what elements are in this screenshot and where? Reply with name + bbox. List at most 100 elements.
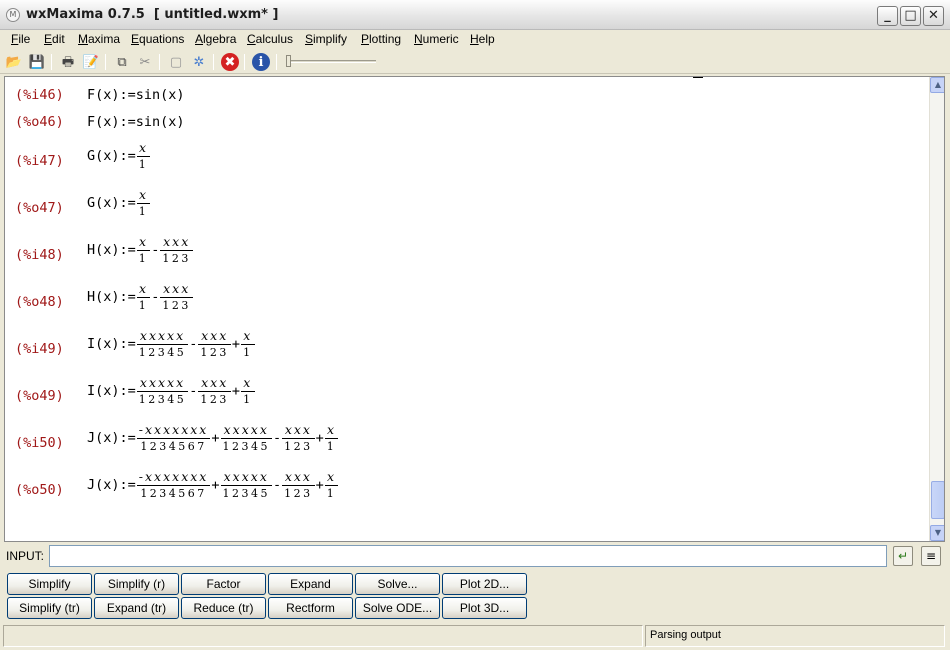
fraction-denominator: 1: [326, 440, 337, 453]
cell-label: (%o50): [15, 482, 64, 498]
menu-plotting[interactable]: Plotting: [361, 32, 401, 46]
fraction: x1: [324, 423, 339, 453]
scroll-down-icon[interactable]: ▼: [930, 525, 944, 541]
fraction-denominator: 123: [162, 252, 191, 265]
status-bar: Parsing output: [0, 624, 950, 650]
fraction: xxx 123: [160, 282, 193, 312]
history-icon[interactable]: ≡: [921, 546, 941, 566]
text-cursor: [693, 77, 703, 78]
menu-numeric[interactable]: Numeric: [414, 32, 459, 46]
fraction: x1: [136, 281, 151, 312]
save-icon[interactable]: 💾: [28, 53, 46, 71]
print-icon[interactable]: 🖶: [59, 53, 77, 71]
toolbar-separator: [213, 54, 214, 70]
cell-expression: G (x):= x 1: [87, 188, 151, 218]
operator-sign: +: [211, 430, 220, 446]
definition-operator: (x):=: [95, 336, 136, 352]
fraction-numerator: x: [139, 281, 149, 296]
function-name: J: [87, 430, 96, 446]
copy-icon[interactable]: ⧉: [113, 53, 131, 71]
rectform-button[interactable]: Rectform: [268, 597, 353, 619]
definition-operator: (x):=: [95, 242, 136, 258]
menu-edit[interactable]: Edit: [44, 32, 65, 46]
fraction: x1: [136, 141, 151, 171]
simplify-r-button[interactable]: Simplify (r): [94, 573, 179, 595]
fraction-numerator: xxx: [163, 281, 191, 296]
cell-expression: F (x):= sin(x): [87, 87, 185, 103]
definition-operator: (x):=: [95, 87, 136, 103]
menu-algebra[interactable]: Algebra: [195, 32, 236, 46]
maximize-button[interactable]: □: [900, 6, 921, 26]
menu-maxima[interactable]: Maxima: [78, 32, 120, 46]
simplify-tr-button[interactable]: Simplify (tr): [7, 597, 92, 619]
operator-sign: -: [273, 477, 282, 493]
cell-expression: I (x):= xxxxx 12345- xxx 123 + x 1: [87, 376, 256, 406]
operator-sign: +: [315, 430, 324, 446]
vertical-scrollbar[interactable]: ▲ ▼: [929, 77, 944, 541]
toolbar: 📂 💾 🖶 📝 ⧉ ✂ ▢ ✲ ✖ i: [0, 50, 950, 74]
simplify-button[interactable]: Simplify: [7, 573, 92, 595]
fraction-numerator: x: [243, 375, 253, 390]
operator-sign: -: [189, 336, 198, 352]
operator-sign: -: [151, 242, 160, 258]
fraction-numerator: xxx: [284, 469, 312, 484]
cut-icon[interactable]: ✂: [136, 53, 154, 71]
preferences-icon[interactable]: 📝: [82, 53, 100, 71]
info-icon[interactable]: i: [252, 53, 270, 71]
fraction-denominator: 1: [138, 158, 149, 171]
plot-3d-button[interactable]: Plot 3D...: [442, 597, 527, 619]
menu-help[interactable]: Help: [470, 32, 495, 46]
stop-icon[interactable]: ✖: [221, 53, 239, 71]
fraction: x1: [241, 376, 255, 406]
solve-ode-button[interactable]: Solve ODE...: [355, 597, 440, 619]
fraction-denominator: 12345: [222, 440, 270, 453]
fraction-numerator: -xxxxxxx: [138, 469, 209, 484]
cell-label: (%i46): [15, 87, 64, 103]
input-label: INPUT:: [6, 549, 45, 563]
definition-operator: (x):=: [95, 383, 136, 399]
interrupt-gear-icon[interactable]: ✲: [190, 53, 208, 71]
expand-button[interactable]: Expand: [268, 573, 353, 595]
menu-bar: File Edit Maxima Equations Algebra Calcu…: [0, 30, 950, 49]
scroll-up-icon[interactable]: ▲: [930, 77, 944, 93]
expression-text: sin(x): [135, 114, 185, 130]
animation-slider-track[interactable]: [290, 60, 376, 63]
fraction: -xxxxxxx 1234567: [136, 469, 211, 500]
menu-equations[interactable]: Equations: [131, 32, 184, 46]
expand-tr-button[interactable]: Expand (tr): [94, 597, 179, 619]
fraction-denominator: 123: [162, 299, 191, 312]
fraction: -xxxxxxx 1234567: [136, 423, 211, 453]
fraction-denominator: 1: [326, 487, 337, 500]
fraction-numerator: x: [327, 469, 337, 484]
open-folder-icon[interactable]: 📂: [5, 53, 23, 71]
toolbar-separator: [244, 54, 245, 70]
menu-simplify[interactable]: Simplify: [305, 32, 347, 46]
animation-slider-thumb[interactable]: [286, 55, 291, 67]
close-button[interactable]: ✕: [923, 6, 944, 26]
scroll-thumb[interactable]: [931, 481, 944, 519]
solve-button[interactable]: Solve...: [355, 573, 440, 595]
plot-2d-button[interactable]: Plot 2D...: [442, 573, 527, 595]
factor-button[interactable]: Factor: [181, 573, 266, 595]
worksheet[interactable]: (%i46) F (x):= sin(x) (%o46) F (x):= sin(x) (%i4…: [4, 76, 945, 542]
fraction-numerator: xxxxx: [223, 469, 269, 484]
cell-label: (%o49): [15, 388, 64, 404]
reduce-tr-button[interactable]: Reduce (tr): [181, 597, 266, 619]
menu-file[interactable]: File: [11, 32, 30, 46]
cell-expression: F (x):= sin(x): [87, 114, 185, 130]
toolbar-separator: [159, 54, 160, 70]
fraction: xxxxx 12345: [136, 328, 189, 359]
minimize-button[interactable]: _: [877, 6, 898, 26]
operator-sign: +: [231, 336, 241, 352]
command-input[interactable]: [49, 545, 887, 567]
menu-calculus[interactable]: Calculus: [247, 32, 293, 46]
cell-label: (%i48): [15, 247, 64, 263]
enter-icon[interactable]: ↵: [893, 546, 913, 566]
cell-label: (%i50): [15, 435, 64, 451]
definition-operator: (x):=: [95, 430, 136, 446]
title-bar: M wxMaxima 0.7.5 [ untitled.wxm* ] _ □ ✕: [0, 0, 950, 30]
expression-text: sin(x): [135, 87, 185, 103]
fraction-denominator: 123: [200, 346, 229, 359]
fraction-numerator: xxxxx: [139, 328, 186, 343]
select-all-icon[interactable]: ▢: [167, 53, 185, 71]
